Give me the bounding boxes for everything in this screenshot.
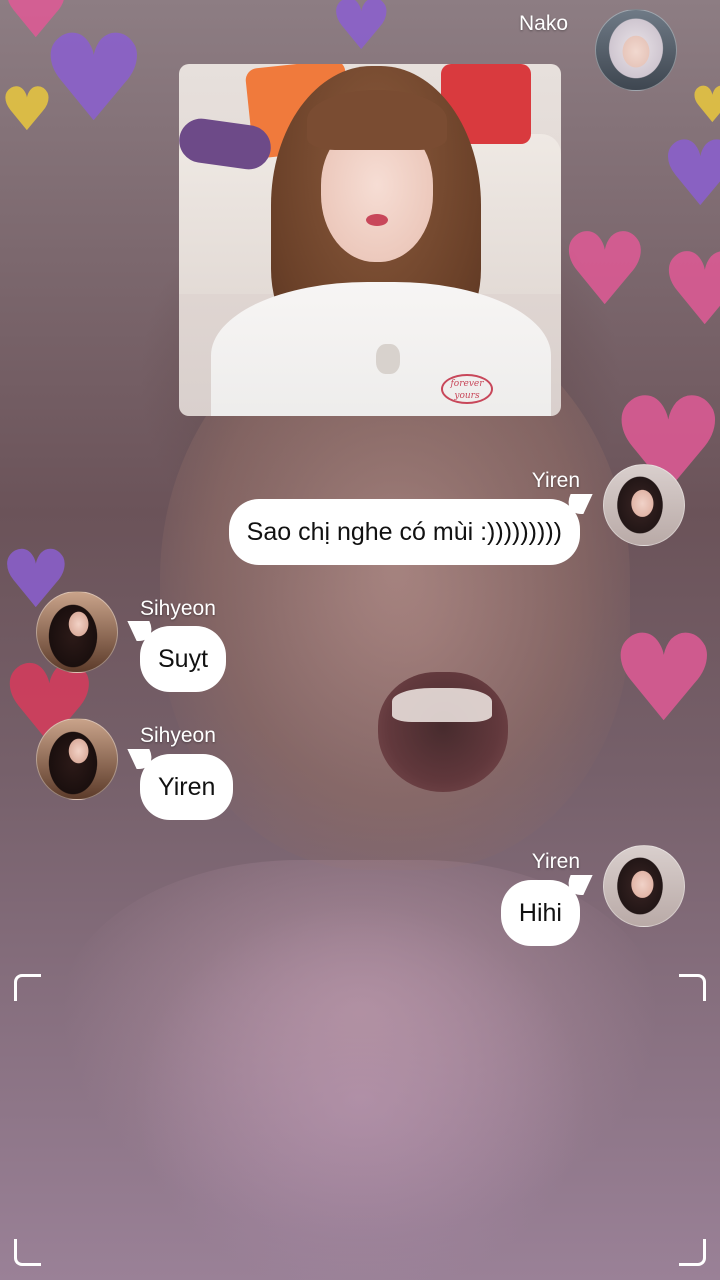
message-bubble[interactable]: Hihi bbox=[500, 875, 593, 946]
yiren-avatar[interactable] bbox=[603, 464, 685, 546]
message-bubble[interactable]: Sao chị nghe có mùi :))))))))) bbox=[228, 494, 593, 565]
message-text: Sao chị nghe có mùi :))))))))) bbox=[246, 518, 562, 546]
message-sender: Yiren bbox=[531, 850, 580, 873]
photo-bangs bbox=[307, 90, 447, 150]
frame-corner-icon bbox=[14, 974, 41, 1001]
photo-microphone bbox=[376, 344, 400, 374]
message-sender: Sihyeon bbox=[140, 724, 216, 747]
photo-lips bbox=[366, 214, 388, 226]
message-sender: Nako bbox=[518, 12, 568, 35]
message-sender: Sihyeon bbox=[140, 597, 216, 620]
heart-icon: ♥ bbox=[330, 0, 393, 66]
frame-corner-icon bbox=[14, 1239, 41, 1266]
sihyeon-avatar[interactable] bbox=[36, 718, 118, 800]
message-bubble[interactable]: Yiren bbox=[127, 749, 234, 820]
message-sender: Yiren bbox=[531, 469, 580, 492]
message-text: Suỵt bbox=[158, 645, 209, 673]
message-text: Hihi bbox=[518, 899, 562, 927]
message-bubble[interactable]: Suỵt bbox=[127, 621, 227, 692]
heart-icon: ♥ bbox=[660, 231, 720, 348]
sweater-logo: forever yours bbox=[441, 374, 493, 404]
heart-icon: ♥ bbox=[0, 0, 72, 56]
sihyeon-avatar[interactable] bbox=[36, 591, 118, 673]
heart-icon: ♥ bbox=[690, 76, 720, 134]
frame-corner-icon bbox=[679, 974, 706, 1001]
frame-corner-icon bbox=[679, 1239, 706, 1266]
shared-photo[interactable]: forever yours bbox=[179, 64, 561, 416]
message-text: Yiren bbox=[158, 773, 216, 801]
heart-icon: ♥ bbox=[560, 211, 650, 328]
chat-screen: ♥ ♥ ♥ ♥ ♥ ♥ ♥ ♥ ♥ ♥ ♥ ♥ Nako forever you… bbox=[0, 0, 720, 1280]
nako-avatar[interactable] bbox=[595, 9, 677, 91]
background-teeth bbox=[392, 688, 492, 722]
heart-icon: ♥ bbox=[610, 610, 718, 749]
yiren-avatar[interactable] bbox=[603, 845, 685, 927]
heart-icon: ♥ bbox=[660, 122, 720, 227]
heart-icon: ♥ bbox=[0, 75, 54, 145]
